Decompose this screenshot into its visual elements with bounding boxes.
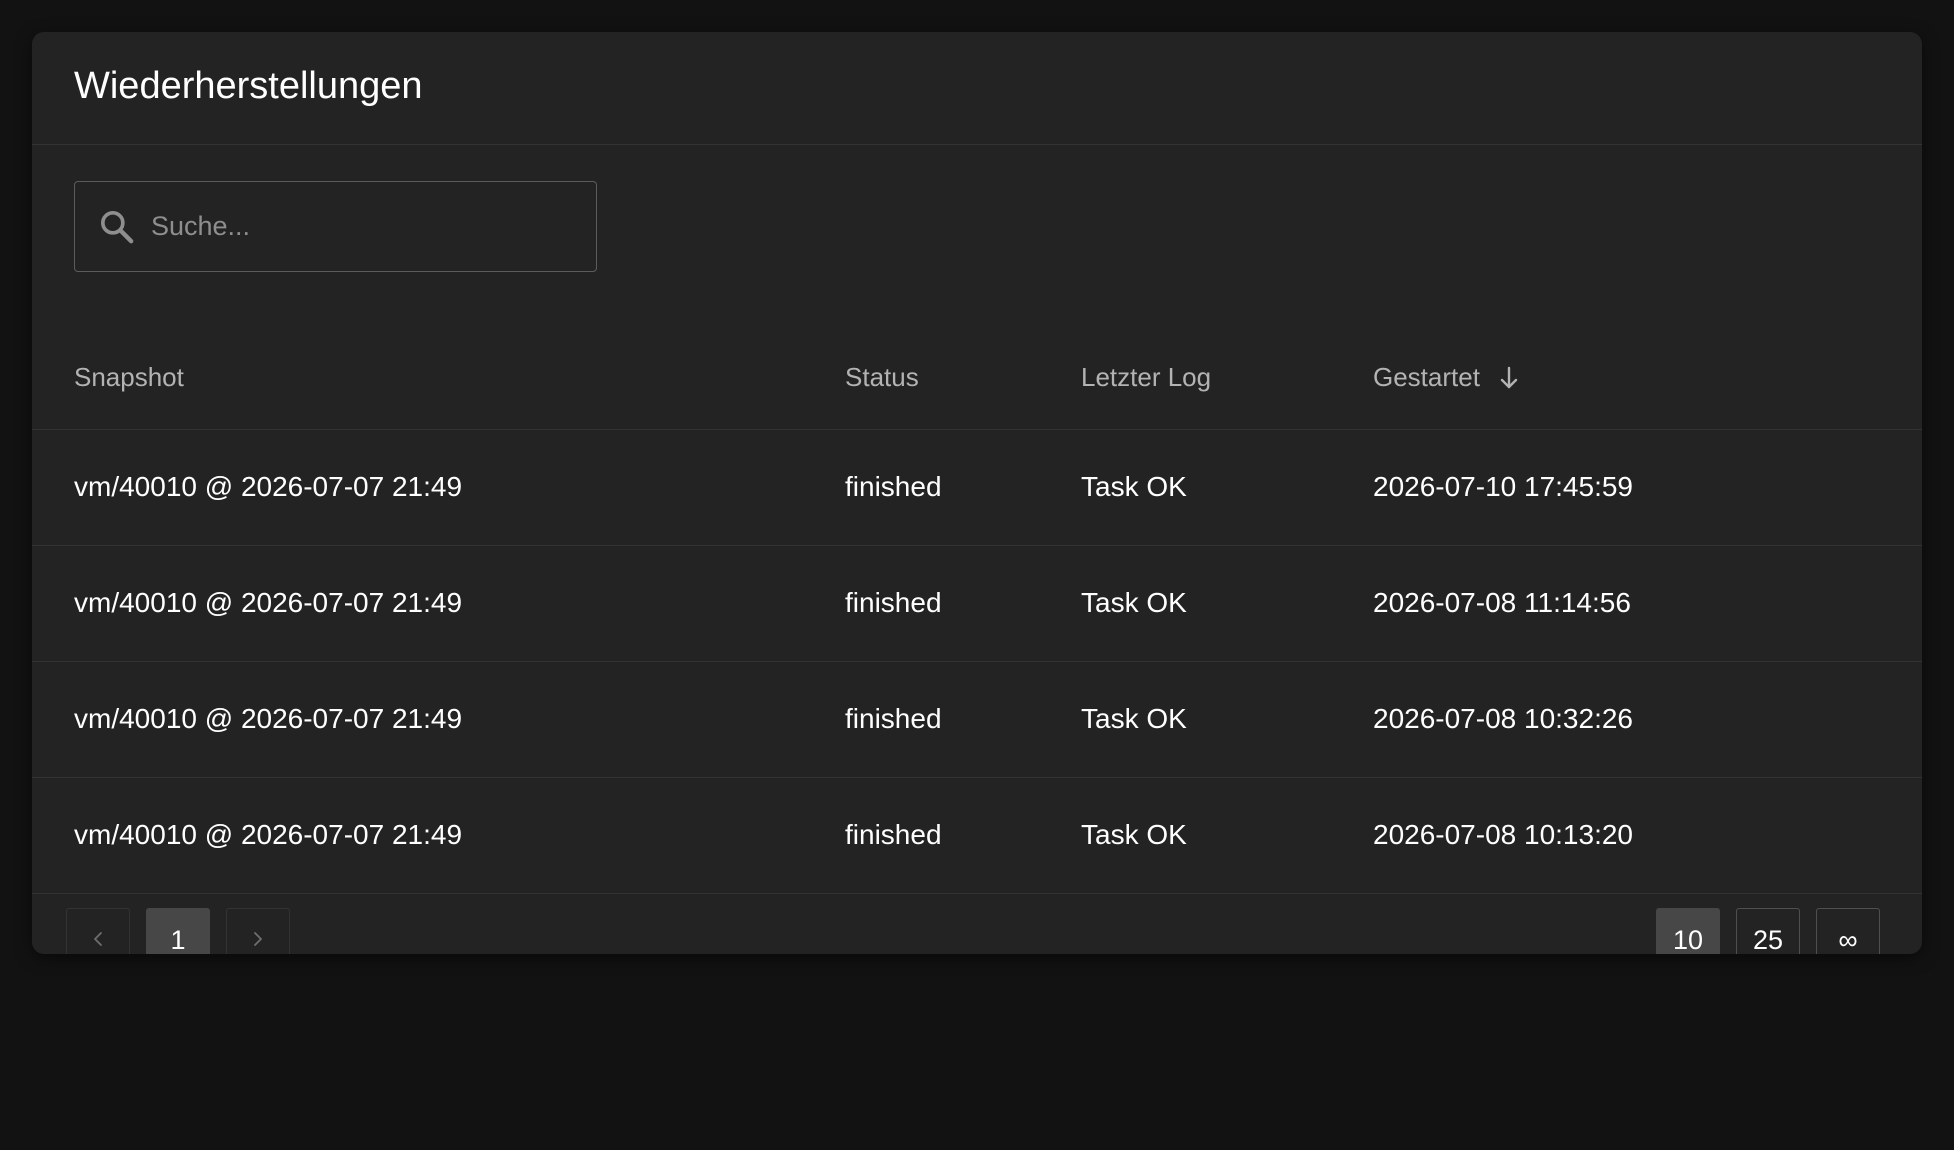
cell-status: finished xyxy=(845,545,1081,662)
page-size-all-button[interactable]: ∞ xyxy=(1816,908,1880,954)
search-icon xyxy=(97,207,137,247)
prev-page-button[interactable] xyxy=(66,908,130,954)
cell-started: 2026-07-08 10:32:26 xyxy=(1373,661,1922,778)
card-header: Wiederherstellungen xyxy=(32,32,1922,145)
column-header-started[interactable]: Gestartet xyxy=(1373,317,1922,430)
cell-started: 2026-07-08 11:14:56 xyxy=(1373,545,1922,662)
arrow-down-icon xyxy=(1498,365,1520,391)
pagination-bar: 1 10 25 ∞ xyxy=(32,876,1922,954)
cell-status: finished xyxy=(845,429,1081,546)
restores-card: Wiederherstellungen Snapshot Status Letz… xyxy=(32,32,1922,954)
search-box[interactable] xyxy=(74,181,597,272)
table-header-row: Snapshot Status Letzter Log Gestartet xyxy=(32,317,1922,430)
cell-snapshot: vm/40010 @ 2026-07-07 21:49 xyxy=(32,661,845,778)
page-title: Wiederherstellungen xyxy=(74,65,423,107)
cell-last-log: Task OK xyxy=(1081,429,1373,546)
sort-label-wrap: Gestartet xyxy=(1373,362,1520,393)
cell-status: finished xyxy=(845,661,1081,778)
column-header-started-label: Gestartet xyxy=(1373,362,1480,393)
cell-snapshot: vm/40010 @ 2026-07-07 21:49 xyxy=(32,545,845,662)
cell-last-log: Task OK xyxy=(1081,545,1373,662)
chevron-left-icon xyxy=(91,925,105,955)
restores-table: Snapshot Status Letzter Log Gestartet vm… xyxy=(32,317,1922,894)
column-header-status[interactable]: Status xyxy=(845,317,1081,430)
cell-last-log: Task OK xyxy=(1081,661,1373,778)
page-size-10-button[interactable]: 10 xyxy=(1656,908,1720,954)
table-row[interactable]: vm/40010 @ 2026-07-07 21:49 finished Tas… xyxy=(32,545,1922,662)
next-page-button[interactable] xyxy=(226,908,290,954)
chevron-right-icon xyxy=(251,925,265,955)
search-input[interactable] xyxy=(151,182,596,271)
page-button-1[interactable]: 1 xyxy=(146,908,210,954)
cell-started: 2026-07-10 17:45:59 xyxy=(1373,429,1922,546)
page-size-25-button[interactable]: 25 xyxy=(1736,908,1800,954)
cell-snapshot: vm/40010 @ 2026-07-07 21:49 xyxy=(32,429,845,546)
table-row[interactable]: vm/40010 @ 2026-07-07 21:49 finished Tas… xyxy=(32,661,1922,778)
column-header-last-log[interactable]: Letzter Log xyxy=(1081,317,1373,430)
table-row[interactable]: vm/40010 @ 2026-07-07 21:49 finished Tas… xyxy=(32,429,1922,546)
column-header-snapshot[interactable]: Snapshot xyxy=(32,317,845,430)
